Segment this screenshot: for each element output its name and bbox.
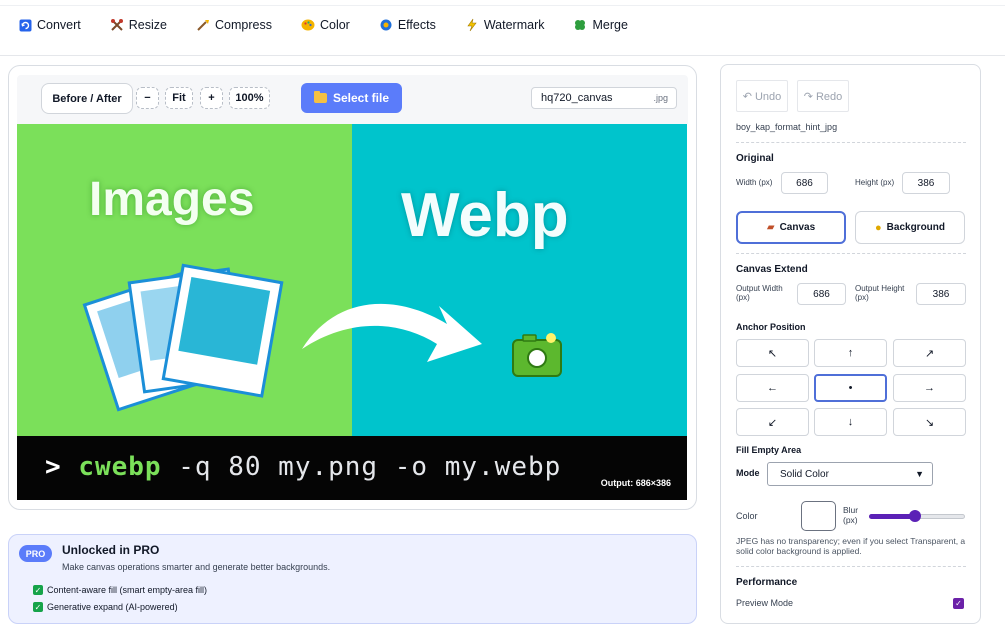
palette-icon: ● (875, 221, 882, 234)
filename-value: hq720_canvas (541, 92, 613, 104)
nav-compress[interactable]: Compress (196, 16, 272, 34)
nav-merge-label: Merge (592, 18, 628, 32)
terminal-prompt: > (45, 452, 62, 482)
anchor-right[interactable]: → (893, 374, 966, 402)
filename-extension: .jpg (653, 93, 668, 103)
effects-icon (379, 18, 393, 32)
palette-icon (301, 18, 315, 32)
nav-resize-label: Resize (128, 18, 167, 32)
canvas-extend-title: Canvas Extend (736, 264, 808, 275)
terminal-command-name: cwebp (78, 452, 162, 482)
fill-mode-select[interactable]: Solid Color ▼ (767, 462, 933, 486)
anchor-position-title: Anchor Position (736, 322, 806, 332)
nav-watermark-label: Watermark (483, 18, 545, 32)
pro-title: Unlocked in PRO (62, 543, 160, 557)
fill-mode-value: Solid Color (780, 468, 829, 480)
original-height-input[interactable]: 386 (902, 172, 950, 194)
original-width-input[interactable]: 686 (781, 172, 828, 194)
folder-icon (313, 91, 327, 103)
anchor-top[interactable]: ↑ (814, 339, 887, 367)
background-tab-button[interactable]: ● Background (855, 211, 965, 244)
jpeg-transparency-note: JPEG has no transparency; even if you se… (736, 536, 966, 556)
terminal-args: -q 80 my.png -o my.webp (161, 452, 562, 482)
nav-color[interactable]: Color (301, 16, 350, 34)
filename-input[interactable]: hq720_canvas .jpg (531, 87, 677, 109)
anchor-top-left[interactable]: ↖ (736, 339, 809, 367)
preview-title-webp: Webp (401, 181, 569, 250)
zoom-in-button[interactable]: + (200, 87, 223, 109)
anchor-bottom-right[interactable]: ↘ (893, 408, 966, 436)
before-after-button[interactable]: Before / After (41, 83, 133, 114)
terminal-command: > cwebp -q 80 my.png -o my.webp (45, 452, 561, 482)
fill-empty-area-title: Fill Empty Area (736, 445, 802, 455)
output-width-label: Output Width (px) (736, 284, 783, 302)
pro-feature-label: Content-aware fill (smart empty-area fil… (47, 585, 208, 595)
convert-icon (18, 18, 32, 32)
performance-title: Performance (736, 577, 798, 588)
anchor-bottom[interactable]: ↓ (814, 408, 887, 436)
nav-resize[interactable]: Resize (110, 16, 167, 34)
nav-effects-label: Effects (397, 18, 436, 32)
nav-convert-label: Convert (37, 18, 81, 32)
height-label: Height (px) (855, 178, 895, 187)
select-file-label: Select file (332, 91, 390, 105)
anchor-left[interactable]: ← (736, 374, 809, 402)
canvas-tab-button[interactable]: ▰ Canvas (736, 211, 846, 244)
divider (736, 142, 966, 143)
preview-mode-label: Preview Mode (736, 598, 794, 608)
pro-subtitle: Make canvas operations smarter and gener… (62, 562, 331, 572)
nav-merge[interactable]: Merge (573, 16, 628, 34)
check-icon: ✓ (33, 585, 43, 595)
output-height-label: Output Height (px) (855, 284, 905, 302)
photos-arrow-illustration (82, 263, 562, 412)
width-label: Width (px) (736, 178, 773, 187)
pro-feature-content-aware: ✓ Content-aware fill (smart empty-area f… (33, 585, 207, 595)
output-width-input[interactable]: 686 (797, 283, 846, 305)
undo-button[interactable]: ↶ Undo (736, 80, 788, 112)
redo-button[interactable]: ↷ Redo (797, 80, 849, 112)
fill-color-swatch[interactable] (801, 501, 836, 531)
compress-icon (196, 18, 210, 32)
mode-label: Mode (736, 468, 760, 478)
nav-effects[interactable]: Effects (379, 16, 436, 34)
background-tab-label: Background (886, 222, 945, 233)
nav-compress-label: Compress (215, 18, 272, 32)
top-strip (0, 0, 1005, 6)
nav-watermark[interactable]: Watermark (465, 16, 545, 34)
format-hint: boy_kap_format_hint_jpg (736, 122, 838, 132)
zoom-level[interactable]: 100% (229, 87, 270, 109)
nav-convert[interactable]: Convert (18, 16, 81, 34)
zoom-out-button[interactable]: − (136, 87, 159, 109)
anchor-top-right[interactable]: ↗ (893, 339, 966, 367)
nav-color-label: Color (319, 18, 350, 32)
tool-nav: Convert Resize Compress Color Effects Wa… (18, 16, 657, 34)
brick-icon: ▰ (766, 222, 775, 233)
color-label: Color (736, 511, 758, 521)
clover-icon (573, 18, 587, 32)
anchor-center[interactable]: • (814, 374, 887, 402)
preview-mode-checkbox[interactable]: ✓ (953, 598, 964, 609)
original-title: Original (736, 153, 774, 164)
output-size-label: Output: 686×386 (600, 478, 671, 488)
fit-button[interactable]: Fit (165, 87, 193, 109)
divider (736, 566, 966, 567)
divider (736, 253, 966, 254)
preview-title-images: Images (89, 173, 255, 226)
pro-badge: PRO (19, 545, 52, 562)
resize-icon (110, 18, 124, 32)
chevron-down-icon: ▼ (915, 469, 924, 479)
blur-slider-thumb[interactable] (909, 510, 921, 522)
anchor-bottom-left[interactable]: ↙ (736, 408, 809, 436)
select-file-button[interactable]: Select file (301, 83, 402, 113)
image-preview[interactable]: Images Webp > cwebp -q 80 my.png -o my.w… (17, 124, 687, 500)
lightning-icon (465, 18, 479, 32)
canvas-tab-label: Canvas (779, 222, 816, 233)
blur-label: Blur (px) (843, 505, 859, 525)
output-height-input[interactable]: 386 (916, 283, 966, 305)
